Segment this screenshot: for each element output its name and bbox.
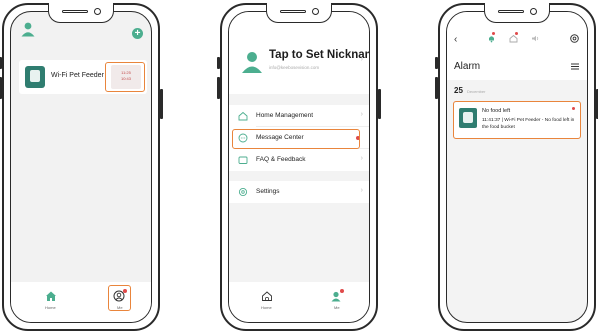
home-alert-icon[interactable] [509, 34, 518, 43]
gear-icon[interactable] [569, 33, 580, 44]
device-card[interactable]: Wi-Fi Pet Feeder 11:25 10:43 [19, 60, 147, 94]
highlight-box [232, 129, 360, 149]
filter-icon[interactable] [571, 63, 579, 70]
side-button [378, 89, 381, 119]
menu-group: Settings › [229, 181, 369, 203]
home-icon[interactable] [45, 290, 57, 302]
page-title: Alarm [454, 61, 481, 72]
chevron-right-icon: › [360, 155, 363, 162]
pet-feeder-icon [25, 66, 45, 88]
email-label: info@keebosevision.com [269, 65, 320, 70]
date-day: 25 [454, 86, 463, 95]
profile-header[interactable]: Tap to Set Nickname info@keebosevision.c… [229, 12, 369, 94]
menu-label: Settings [256, 188, 280, 195]
alarm-card[interactable]: No food left 11:41:37 | Wi-Fi Pet Feeder… [453, 101, 581, 139]
home-outline-icon[interactable] [261, 290, 273, 302]
tab-home-label: Home [261, 305, 272, 310]
phone-notch [484, 3, 550, 23]
phone-notch [48, 3, 114, 23]
settings-icon [238, 187, 248, 197]
back-chevron-icon[interactable]: ‹ [454, 34, 457, 45]
chevron-right-icon: › [360, 111, 363, 118]
phone-frame-alarm: ‹ Alarm 25 December No food left 11:41:3… [435, 3, 598, 331]
nickname-label[interactable]: Tap to Set Nickname [269, 49, 369, 61]
user-avatar-icon[interactable] [20, 21, 36, 37]
chevron-right-icon: › [360, 187, 363, 194]
notification-dot [340, 289, 344, 293]
highlight-box [105, 62, 145, 92]
notification-dot [515, 32, 518, 35]
menu-label: Home Management [256, 112, 314, 119]
menu-item-settings[interactable]: Settings › [229, 181, 369, 203]
highlight-box [453, 101, 581, 139]
device-name: Wi-Fi Pet Feeder [51, 72, 104, 79]
phone-notch [266, 3, 332, 23]
notification-dot [492, 32, 495, 35]
highlight-box [108, 285, 131, 311]
home-outline-icon [238, 111, 248, 121]
phone-frame-home: + Wi-Fi Pet Feeder 11:25 10:43 Home Me [0, 3, 163, 331]
tab-home-label: Home [45, 305, 56, 310]
me-screen: Tap to Set Nickname info@keebosevision.c… [228, 11, 370, 323]
menu-item-faq-feedback[interactable]: FAQ & Feedback › [229, 149, 369, 171]
menu-group: Home Management › Message Center FAQ & F… [229, 105, 369, 171]
add-device-icon[interactable]: + [132, 28, 143, 39]
profile-avatar-icon [242, 52, 262, 73]
bell-icon[interactable] [487, 34, 496, 43]
tab-me-label: Me [334, 305, 340, 310]
phone-frame-me: Tap to Set Nickname info@keebosevision.c… [217, 3, 381, 331]
tab-bar: Home Me [11, 282, 151, 322]
home-screen: + Wi-Fi Pet Feeder 11:25 10:43 Home Me [10, 11, 152, 323]
menu-label: FAQ & Feedback [256, 156, 306, 163]
side-button [160, 89, 163, 119]
chevron-right-icon: › [360, 56, 363, 63]
faq-icon [238, 156, 248, 164]
alarm-screen: ‹ Alarm 25 December No food left 11:41:3… [446, 11, 588, 323]
tab-bar: Home Me [229, 282, 369, 322]
date-month: December [467, 89, 486, 94]
speaker-icon[interactable] [531, 34, 540, 43]
menu-item-home-management[interactable]: Home Management › [229, 105, 369, 127]
